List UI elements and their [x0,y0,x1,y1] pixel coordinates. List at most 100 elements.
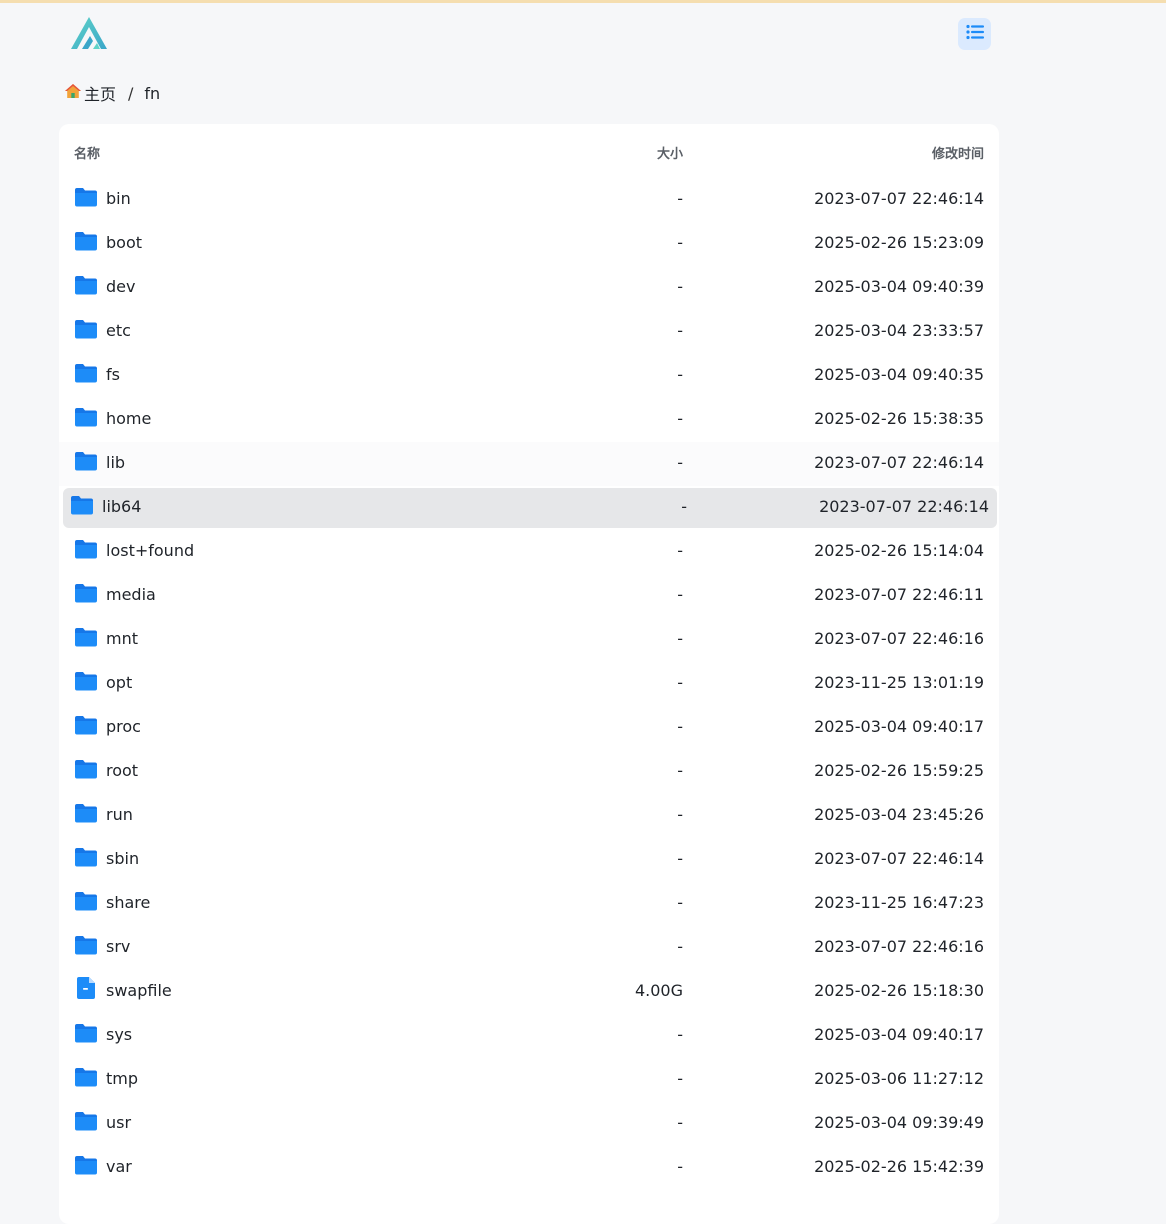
folder-icon [74,187,100,209]
file-modified-time: 2025-03-04 23:33:57 [814,321,984,340]
file-name[interactable]: boot [106,233,142,252]
file-name[interactable]: sys [106,1025,132,1044]
file-modified-time: 2025-02-26 15:14:04 [814,541,984,560]
file-row[interactable]: srv - 2023-07-07 22:46:16 [59,926,999,970]
file-row[interactable]: mnt - 2023-07-07 22:46:16 [59,618,999,662]
file-row[interactable]: tmp - 2025-03-06 11:27:12 [59,1058,999,1102]
file-name[interactable]: dev [106,277,135,296]
breadcrumb-home[interactable]: 主页 [64,81,116,105]
file-name[interactable]: share [106,893,150,912]
file-row[interactable]: var - 2025-02-26 15:42:39 [59,1146,999,1190]
folder-icon [74,231,100,253]
file-name[interactable]: proc [106,717,141,736]
file-modified-time: 2025-03-04 09:39:49 [814,1113,984,1132]
folder-icon [74,1155,100,1177]
file-size: - [677,189,683,208]
file-row[interactable]: lost+found - 2025-02-26 15:14:04 [59,530,999,574]
file-name[interactable]: bin [106,189,131,208]
file-name[interactable]: var [106,1157,132,1176]
file-size: - [677,233,683,252]
file-name[interactable]: mnt [106,629,138,648]
column-header-modified[interactable]: 修改时间 [932,143,984,162]
top-accent-line [0,0,1166,3]
file-name[interactable]: usr [106,1113,131,1132]
file-row[interactable]: root - 2025-02-26 15:59:25 [59,750,999,794]
file-name[interactable]: sbin [106,849,139,868]
file-size: - [677,1025,683,1044]
file-row[interactable]: swapfile 4.00G 2025-02-26 15:18:30 [59,970,999,1014]
file-row[interactable]: usr - 2025-03-04 09:39:49 [59,1102,999,1146]
file-row[interactable]: opt - 2023-11-25 13:01:19 [59,662,999,706]
folder-icon [74,1111,100,1133]
file-row[interactable]: lib - 2023-07-07 22:46:14 [59,442,999,486]
breadcrumb: 主页 / fn [64,82,160,104]
file-row[interactable]: boot - 2025-02-26 15:23:09 [59,222,999,266]
file-size: - [677,541,683,560]
file-row[interactable]: proc - 2025-03-04 09:40:17 [59,706,999,750]
file-row[interactable]: dev - 2025-03-04 09:40:39 [59,266,999,310]
file-row[interactable]: run - 2025-03-04 23:45:26 [59,794,999,838]
file-modified-time: 2023-07-07 22:46:16 [814,629,984,648]
file-modified-time: 2025-02-26 15:42:39 [814,1157,984,1176]
breadcrumb-current[interactable]: fn [144,84,160,103]
file-modified-time: 2023-11-25 16:47:23 [814,893,984,912]
file-row[interactable]: fs - 2025-03-04 09:40:35 [59,354,999,398]
file-name[interactable]: run [106,805,133,824]
file-modified-time: 2025-02-26 15:23:09 [814,233,984,252]
folder-icon [74,407,100,429]
app-logo-icon[interactable] [66,14,112,54]
file-size: - [677,365,683,384]
file-row[interactable]: home - 2025-02-26 15:38:35 [59,398,999,442]
list-view-icon [965,24,984,44]
folder-icon [74,1023,100,1045]
file-row[interactable]: etc - 2025-03-04 23:33:57 [59,310,999,354]
file-name[interactable]: tmp [106,1069,138,1088]
file-size: - [677,805,683,824]
file-row[interactable]: lib64 - 2023-07-07 22:46:14 [63,488,997,528]
file-name[interactable]: home [106,409,151,428]
file-list-card: 名称 大小 修改时间 bin - 2023-07-07 22:46:14 boot - 2… [59,124,999,1224]
file-size: 4.00G [634,981,683,1000]
file-size: - [677,1113,683,1132]
file-size: - [677,277,683,296]
file-name[interactable]: lib64 [102,497,141,516]
file-name[interactable]: srv [106,937,130,956]
folder-icon [74,935,100,957]
file-size: - [677,761,683,780]
file-modified-time: 2023-11-25 13:01:19 [814,673,984,692]
file-name[interactable]: lost+found [106,541,194,560]
file-row[interactable]: bin - 2023-07-07 22:46:14 [59,178,999,222]
file-row[interactable]: sys - 2025-03-04 09:40:17 [59,1014,999,1058]
column-header-name[interactable]: 名称 [74,143,100,162]
file-size: - [677,321,683,340]
file-name[interactable]: media [106,585,156,604]
file-name[interactable]: etc [106,321,131,340]
file-name[interactable]: swapfile [106,981,172,1000]
file-modified-time: 2025-02-26 15:59:25 [814,761,984,780]
file-modified-time: 2025-03-04 09:40:35 [814,365,984,384]
breadcrumb-separator: / [128,83,134,103]
file-size: - [677,453,683,472]
file-modified-time: 2025-03-04 23:45:26 [814,805,984,824]
file-row[interactable]: sbin - 2023-07-07 22:46:14 [59,838,999,882]
folder-icon [74,715,100,737]
column-header-size[interactable]: 大小 [657,143,683,162]
file-row[interactable]: media - 2023-07-07 22:46:11 [59,574,999,618]
file-row[interactable]: share - 2023-11-25 16:47:23 [59,882,999,926]
folder-icon [74,539,100,561]
file-name[interactable]: lib [106,453,125,472]
view-toggle-button[interactable] [958,18,991,50]
file-icon [74,976,100,999]
file-name[interactable]: root [106,761,138,780]
file-name[interactable]: opt [106,673,132,692]
file-size: - [677,1069,683,1088]
file-modified-time: 2023-07-07 22:46:14 [814,189,984,208]
file-modified-time: 2025-02-26 15:38:35 [814,409,984,428]
folder-icon [74,451,100,473]
folder-icon [74,627,100,649]
folder-icon [74,275,100,297]
file-size: - [677,585,683,604]
file-size: - [677,673,683,692]
file-name[interactable]: fs [106,365,120,384]
folder-icon [74,363,100,385]
